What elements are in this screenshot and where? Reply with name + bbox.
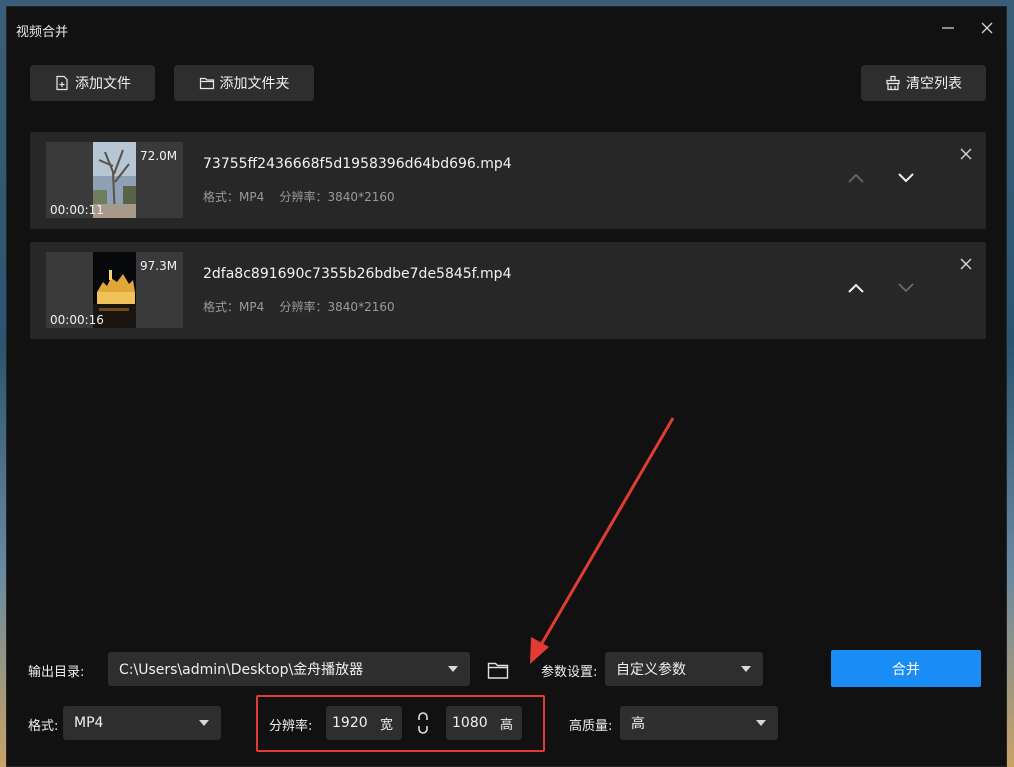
remove-file-button[interactable] — [956, 254, 976, 274]
move-down-button[interactable] — [894, 166, 918, 190]
resolution-key: 分辨率： — [279, 300, 328, 314]
file-meta: 格式：MP4 分辨率：3840*2160 — [203, 298, 395, 315]
close-icon — [960, 258, 972, 270]
format-value: MP4 — [74, 715, 104, 731]
height-input[interactable] — [452, 715, 496, 731]
format-value: MP4 — [239, 190, 265, 204]
params-label: 参数设置: — [541, 665, 598, 680]
file-row[interactable]: 97.3M 00:00:16 2dfa8c891690c7355b26bdbe7… — [30, 242, 986, 339]
move-down-button[interactable] — [894, 276, 918, 300]
chevron-down-icon — [898, 173, 914, 183]
clear-list-button[interactable]: 清空列表 — [861, 65, 986, 101]
video-merge-window: 视频合并 添加文件 添加文件夹 清空列表 72.0M 00:00:11 7375… — [6, 6, 1007, 767]
params-select[interactable]: 自定义参数 — [605, 652, 763, 686]
resolution-width-field[interactable]: 宽 — [326, 706, 402, 740]
folder-icon — [487, 662, 509, 679]
format-key: 格式： — [203, 190, 240, 204]
width-input[interactable] — [332, 715, 376, 731]
video-thumbnail: 72.0M 00:00:11 — [46, 142, 183, 218]
aspect-link-toggle[interactable] — [412, 711, 434, 735]
minimize-button[interactable] — [935, 15, 961, 41]
file-name: 2dfa8c891690c7355b26bdbe7de5845f.mp4 — [203, 266, 512, 282]
file-meta: 格式：MP4 分辨率：3840*2160 — [203, 188, 395, 205]
move-up-button[interactable] — [844, 276, 868, 300]
file-size: 97.3M — [140, 259, 178, 273]
folder-icon — [199, 77, 214, 90]
remove-file-button[interactable] — [956, 144, 976, 164]
format-label: 格式: — [28, 719, 59, 734]
chevron-down-icon — [756, 720, 766, 726]
browse-folder-button[interactable] — [485, 657, 511, 683]
add-file-label: 添加文件 — [75, 76, 131, 92]
output-dir-select[interactable]: C:\Users\admin\Desktop\金舟播放器 — [108, 652, 470, 686]
add-folder-button[interactable]: 添加文件夹 — [174, 65, 314, 101]
add-folder-label: 添加文件夹 — [219, 76, 290, 92]
resolution-key: 分辨率： — [279, 190, 328, 204]
width-unit: 宽 — [379, 717, 393, 733]
link-icon — [418, 712, 428, 734]
file-duration: 00:00:11 — [50, 203, 104, 217]
format-value: MP4 — [239, 300, 265, 314]
minimize-icon — [942, 27, 954, 29]
video-thumbnail: 97.3M 00:00:16 — [46, 252, 183, 328]
file-size: 72.0M — [140, 149, 178, 163]
clear-list-label: 清空列表 — [906, 76, 962, 92]
chevron-up-icon — [848, 283, 864, 293]
add-file-button[interactable]: 添加文件 — [30, 65, 155, 101]
close-icon — [981, 22, 993, 34]
output-dir-label: 输出目录: — [28, 665, 85, 680]
merge-button[interactable]: 合并 — [831, 650, 981, 687]
resolution-label: 分辨率: — [269, 719, 313, 734]
file-duration: 00:00:16 — [50, 313, 104, 327]
quality-label: 高质量: — [569, 719, 613, 734]
close-window-button[interactable] — [974, 15, 1000, 41]
format-key: 格式： — [203, 300, 240, 314]
chevron-down-icon — [898, 283, 914, 293]
chevron-down-icon — [448, 666, 458, 672]
resolution-value: 3840*2160 — [327, 190, 395, 204]
params-value: 自定义参数 — [616, 662, 686, 678]
title-bar: 视频合并 — [7, 7, 1006, 51]
close-icon — [960, 148, 972, 160]
output-dir-value: C:\Users\admin\Desktop\金舟播放器 — [119, 662, 364, 678]
format-select[interactable]: MP4 — [63, 706, 221, 740]
chevron-down-icon — [741, 666, 751, 672]
file-name: 73755ff2436668f5d1958396d64bd696.mp4 — [203, 156, 512, 172]
height-unit: 高 — [499, 717, 513, 733]
move-up-button[interactable] — [844, 166, 868, 190]
broom-icon — [886, 75, 900, 91]
chevron-up-icon — [848, 173, 864, 183]
file-add-icon — [56, 75, 68, 91]
window-title: 视频合并 — [16, 25, 69, 40]
quality-value: 高 — [631, 716, 645, 732]
resolution-height-field[interactable]: 高 — [446, 706, 522, 740]
file-row[interactable]: 72.0M 00:00:11 73755ff2436668f5d1958396d… — [30, 132, 986, 229]
chevron-down-icon — [199, 720, 209, 726]
quality-select[interactable]: 高 — [620, 706, 778, 740]
resolution-value: 3840*2160 — [327, 300, 395, 314]
